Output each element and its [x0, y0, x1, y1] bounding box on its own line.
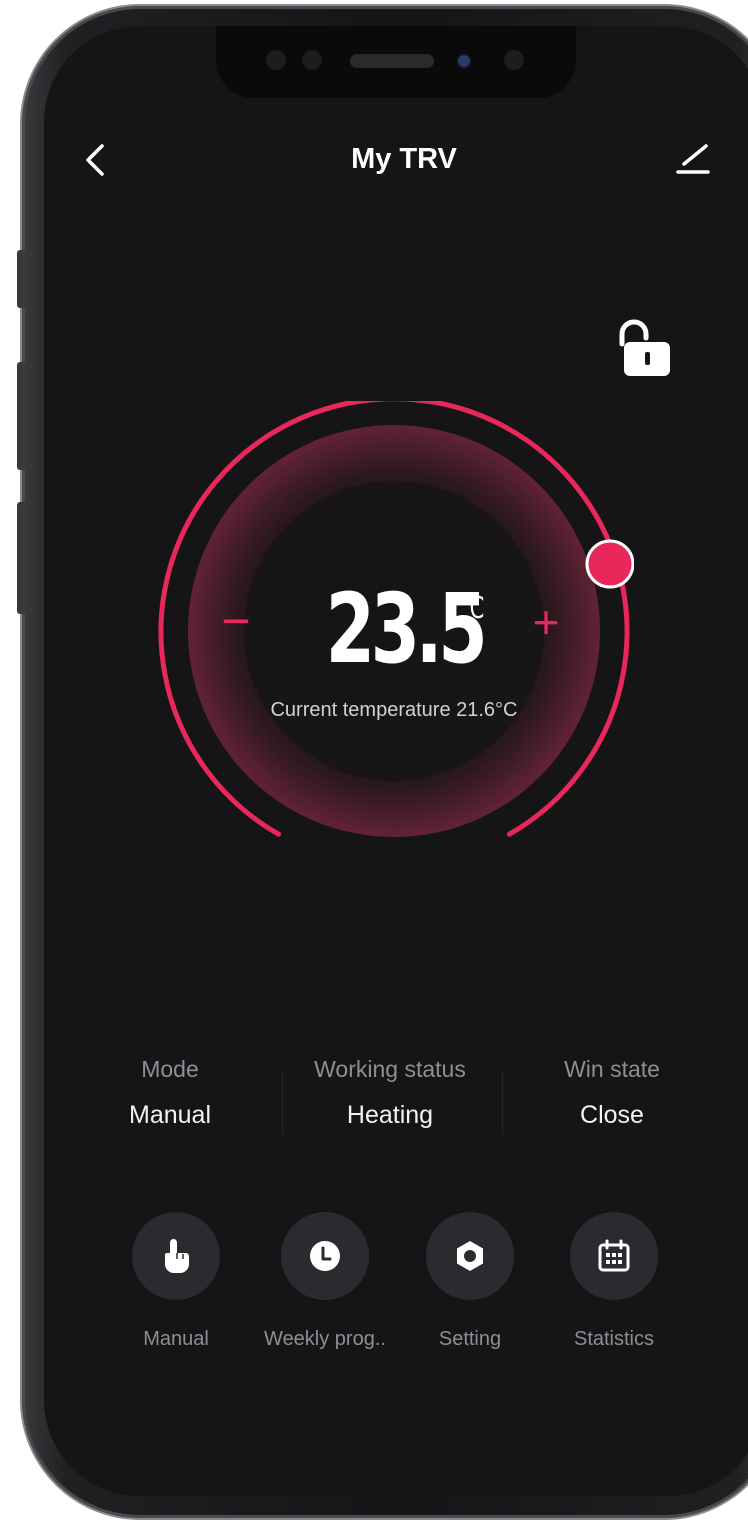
front-camera — [458, 55, 470, 67]
status-mode: Mode Manual — [80, 1056, 260, 1130]
current-temperature-text: Current temperature 21.6°C — [270, 699, 518, 721]
action-label: Manual — [143, 1328, 209, 1350]
side-button-mute — [17, 250, 25, 308]
lock-toggle-button[interactable] — [612, 316, 674, 382]
clock-icon — [310, 1241, 340, 1271]
hexagon-nut-icon — [457, 1241, 483, 1271]
action-weekly-program[interactable]: Weekly prog.. — [250, 1212, 400, 1351]
sensor-dot — [504, 50, 524, 70]
app-stage: My TRV − 23.5 ℃ + Current temperature 21… — [0, 0, 748, 1522]
action-weekly-program-button[interactable] — [281, 1212, 369, 1300]
status-window: Win state Close — [522, 1056, 702, 1130]
setpoint-display: 23.5 — [44, 581, 748, 677]
setpoint-unit: ℃ — [461, 591, 485, 626]
status-value: Close — [580, 1101, 644, 1129]
sensor-dot — [302, 50, 322, 70]
status-value: Manual — [129, 1101, 211, 1129]
hand-pointer-icon — [164, 1239, 189, 1273]
side-button-volume-up — [17, 362, 25, 470]
earpiece-speaker — [350, 54, 434, 68]
page-title: My TRV — [351, 143, 457, 175]
action-label: Statistics — [573, 1328, 655, 1350]
action-label: Setting — [438, 1328, 502, 1350]
action-manual-button[interactable] — [132, 1212, 220, 1300]
action-manual[interactable]: Manual — [106, 1212, 246, 1351]
unlocked-padlock-icon — [619, 319, 670, 376]
status-working: Working status Heating — [270, 1056, 510, 1130]
status-label: Win state — [564, 1056, 660, 1082]
pencil-icon — [676, 144, 710, 174]
increase-temperature-button[interactable]: + — [524, 599, 568, 645]
status-divider — [282, 1070, 283, 1134]
action-statistics-button[interactable] — [570, 1212, 658, 1300]
setpoint-value: 23.5 — [325, 573, 487, 685]
action-statistics[interactable]: Statistics — [544, 1212, 684, 1351]
status-row: Mode Manual Working status Heating Win s… — [44, 1056, 748, 1146]
status-value: Heating — [346, 1101, 434, 1129]
status-label: Mode — [141, 1056, 199, 1082]
edit-button[interactable] — [672, 138, 712, 178]
status-label: Working status — [314, 1056, 466, 1082]
calendar-icon — [598, 1239, 630, 1272]
status-divider — [502, 1070, 503, 1134]
sensor-dot — [266, 50, 286, 70]
phone-notch — [216, 26, 576, 98]
action-setting-button[interactable] — [426, 1212, 514, 1300]
phone-screen: My TRV − 23.5 ℃ + Current temperature 21… — [44, 26, 748, 1496]
side-button-volume-down — [17, 502, 25, 614]
action-label: Weekly prog.. — [264, 1328, 386, 1350]
action-setting[interactable]: Setting — [400, 1212, 540, 1351]
